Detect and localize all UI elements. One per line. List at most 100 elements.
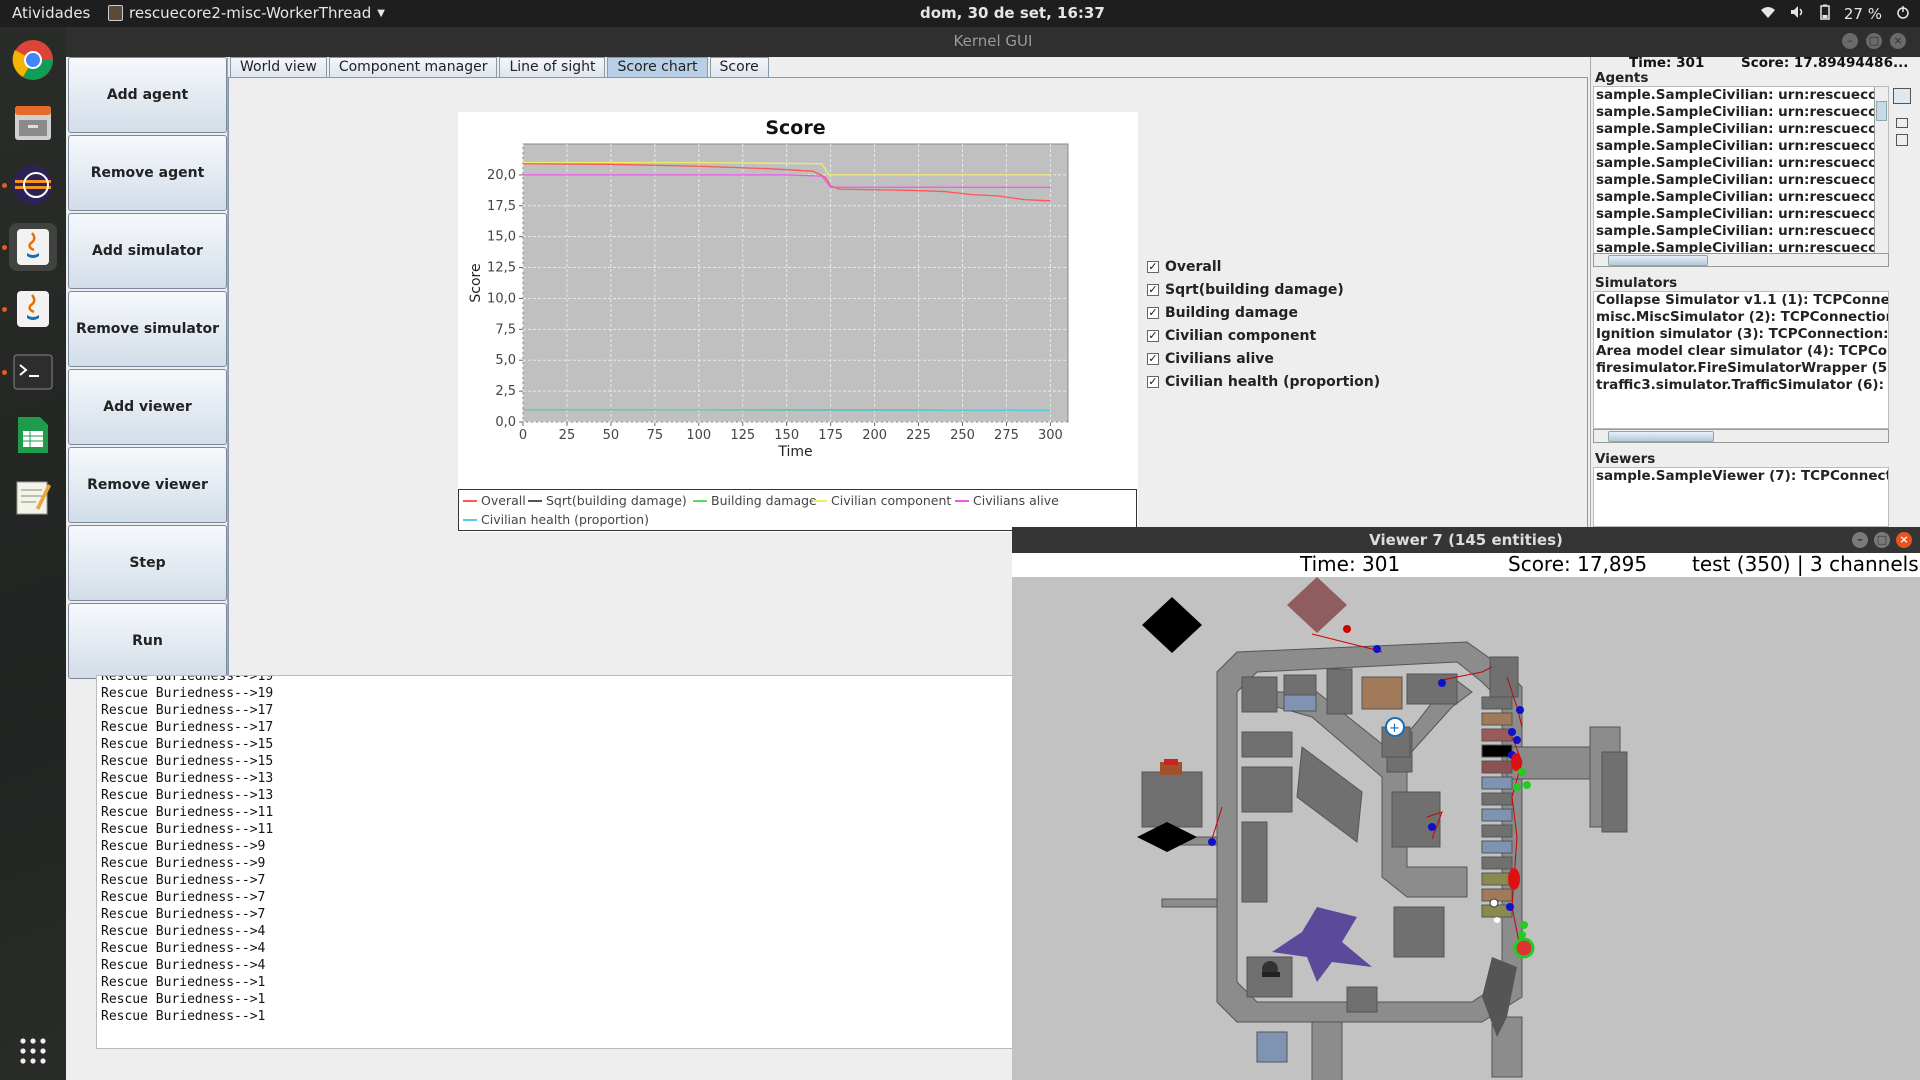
text-editor-launcher-icon[interactable] <box>9 473 57 521</box>
x-tick-label: 0 <box>519 428 527 443</box>
close-icon[interactable]: × <box>1896 532 1912 548</box>
remove-agent-button[interactable]: Remove agent <box>68 135 227 211</box>
checkbox-civilians-alive[interactable]: ✓ Civilians alive <box>1147 347 1380 370</box>
panel-icon[interactable] <box>1896 134 1908 146</box>
add-agent-button[interactable]: Add agent <box>68 57 227 133</box>
checkbox-overall[interactable]: ✓ Overall <box>1147 255 1380 278</box>
list-item[interactable]: sample.SampleCivilian: urn:rescuecore <box>1594 87 1888 104</box>
tab-line-of-sight[interactable]: Line of sight <box>499 57 606 77</box>
checkbox-label: Civilians alive <box>1165 350 1274 367</box>
log-lines: Rescue Buriedness-->19 Rescue Buriedness-… <box>97 676 1085 1025</box>
list-item[interactable]: misc.MiscSimulator (2): TCPConnection: l… <box>1594 309 1888 326</box>
status-time: Time: 301 <box>1629 55 1705 71</box>
list-item[interactable]: sample.SampleCivilian: urn:rescuecore <box>1594 206 1888 223</box>
checkbox-label: Building damage <box>1165 304 1298 321</box>
list-item[interactable]: sample.SampleViewer (7): TCPConnection <box>1594 468 1888 485</box>
refuge-marker <box>1142 597 1202 653</box>
log-line: Rescue Buriedness-->11 <box>101 805 274 820</box>
list-item[interactable]: sample.SampleCivilian: urn:rescuecore <box>1594 121 1888 138</box>
files-launcher-icon[interactable] <box>9 99 57 147</box>
checkbox-civilian-health[interactable]: ✓ Civilian health (proportion) <box>1147 370 1380 393</box>
log-line: Rescue Buriedness-->13 <box>101 788 274 803</box>
list-item[interactable]: sample.SampleCivilian: urn:rescuecore <box>1594 138 1888 155</box>
spreadsheet-launcher-icon[interactable] <box>9 411 57 459</box>
run-button[interactable]: Run <box>68 603 227 679</box>
kernel-title-bar[interactable]: Kernel GUI – □ × <box>66 27 1920 57</box>
maximize-icon[interactable]: □ <box>1874 532 1890 548</box>
legend-item: Civilians alive <box>955 493 1059 508</box>
simulators-horizontal-scrollbar[interactable] <box>1593 429 1889 443</box>
java-launcher-icon-2[interactable] <box>2 285 57 333</box>
agents-label: Agents <box>1595 70 1649 86</box>
system-tray[interactable]: 27 % <box>1760 4 1910 24</box>
console-log[interactable]: Rescue Buriedness-->19 Rescue Buriedness-… <box>96 675 1086 1049</box>
check-icon: ✓ <box>1147 328 1159 342</box>
x-tick-label: 125 <box>730 428 755 443</box>
legend-item: Overall <box>463 493 526 508</box>
list-item[interactable]: firesimulator.FireSimulatorWrapper (5): … <box>1594 360 1888 377</box>
x-tick-label: 200 <box>862 428 887 443</box>
activities-button[interactable]: Atividades <box>12 4 90 22</box>
scroll-thumb[interactable] <box>1608 431 1714 442</box>
checkbox-civilian-component[interactable]: ✓ Civilian component <box>1147 324 1380 347</box>
scroll-thumb[interactable] <box>1608 255 1708 266</box>
checkbox-label: Civilian health (proportion) <box>1165 373 1381 390</box>
list-item[interactable]: sample.SampleCivilian: urn:rescuecore <box>1594 104 1888 121</box>
simulators-label: Simulators <box>1595 275 1678 291</box>
wifi-icon <box>1760 5 1776 23</box>
scroll-thumb[interactable] <box>1876 101 1887 121</box>
log-line: Rescue Buriedness-->11 <box>101 822 274 837</box>
screenshot-icon[interactable] <box>1893 88 1911 104</box>
remove-viewer-button[interactable]: Remove viewer <box>68 447 227 523</box>
app-grid-icon[interactable] <box>9 1027 57 1075</box>
tab-component-manager[interactable]: Component manager <box>328 57 498 77</box>
maximize-icon[interactable]: □ <box>1866 33 1882 49</box>
add-viewer-button[interactable]: Add viewer <box>68 369 227 445</box>
check-icon: ✓ <box>1147 259 1159 273</box>
top-bar: Atividades rescuecore2-misc-WorkerThread… <box>0 0 1920 27</box>
simulation-map[interactable]: + <box>1012 577 1920 1080</box>
checkbox-sqrt-building-damage[interactable]: ✓ Sqrt(building damage) <box>1147 278 1380 301</box>
list-item[interactable]: traffic3.simulator.TrafficSimulator (6):… <box>1594 377 1888 394</box>
minimize-icon[interactable]: – <box>1842 33 1858 49</box>
java-launcher-icon[interactable] <box>2 223 57 271</box>
viewer-window: Viewer 7 (145 entities) – □ × Time: 301 … <box>1012 527 1920 1080</box>
tab-score-chart[interactable]: Score chart <box>607 57 708 77</box>
list-item[interactable]: sample.SampleCivilian: urn:rescuecore <box>1594 172 1888 189</box>
list-item[interactable]: Ignition simulator (3): TCPConnection: l… <box>1594 326 1888 343</box>
component-panel: Time: 301 Score: 17.89494486... Agents s… <box>1590 55 1910 527</box>
list-item[interactable]: sample.SampleCivilian: urn:rescuecore <box>1594 240 1888 253</box>
chrome-launcher-icon[interactable] <box>9 36 57 84</box>
checkbox-building-damage[interactable]: ✓ Building damage <box>1147 301 1380 324</box>
step-button[interactable]: Step <box>68 525 227 601</box>
checkbox-label: Overall <box>1165 258 1222 275</box>
list-item[interactable]: Collapse Simulator v1.1 (1): TCPConnecti… <box>1594 292 1888 309</box>
log-line: Rescue Buriedness-->13 <box>101 771 274 786</box>
tab-world-view[interactable]: World view <box>230 57 327 77</box>
clock[interactable]: dom, 30 de set, 16:37 <box>920 4 1105 22</box>
add-simulator-button[interactable]: Add simulator <box>68 213 227 289</box>
list-item[interactable]: sample.SampleCivilian: urn:rescuecore <box>1594 155 1888 172</box>
terminal-launcher-icon[interactable] <box>2 348 57 396</box>
side-toolbar <box>1893 88 1915 146</box>
agents-vertical-scrollbar[interactable] <box>1874 87 1888 253</box>
list-item[interactable]: sample.SampleCivilian: urn:rescuecore <box>1594 223 1888 240</box>
y-tick-label: 0,0 <box>495 415 516 430</box>
remove-simulator-button[interactable]: Remove simulator <box>68 291 227 367</box>
list-item[interactable]: Area model clear simulator (4): TCPConne <box>1594 343 1888 360</box>
agents-horizontal-scrollbar[interactable] <box>1593 253 1889 267</box>
chevron-down-icon: ▼ <box>377 7 385 19</box>
x-tick-label: 25 <box>559 428 576 443</box>
close-icon[interactable]: × <box>1890 33 1906 49</box>
y-tick-label: 2,5 <box>495 384 516 399</box>
legend-swatch <box>813 499 827 502</box>
app-menu[interactable]: rescuecore2-misc-WorkerThread ▼ <box>108 4 385 22</box>
restore-icon[interactable] <box>1896 118 1908 128</box>
list-item[interactable]: sample.SampleCivilian: urn:rescuecore <box>1594 189 1888 206</box>
legend-swatch <box>463 518 477 521</box>
agents-list: sample.SampleCivilian: urn:rescuecore sa… <box>1593 86 1889 254</box>
viewer-title-bar[interactable]: Viewer 7 (145 entities) – □ × <box>1012 527 1920 553</box>
eclipse-launcher-icon[interactable] <box>2 161 57 209</box>
tab-score[interactable]: Score <box>709 57 769 77</box>
minimize-icon[interactable]: – <box>1852 532 1868 548</box>
